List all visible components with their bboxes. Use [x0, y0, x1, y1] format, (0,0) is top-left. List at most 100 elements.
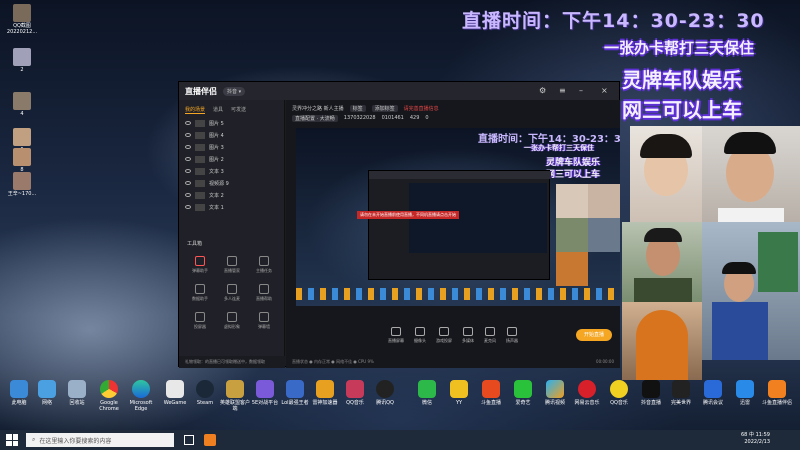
tab-props[interactable]: 道具: [213, 106, 223, 114]
tab-sendable[interactable]: 可发送: [231, 106, 246, 114]
minimize-icon[interactable]: –: [579, 86, 583, 95]
taskbar-app-companion[interactable]: [204, 434, 216, 446]
tool-cast[interactable]: 投屏器: [185, 312, 215, 330]
nested-webcam: [556, 218, 588, 252]
tool-data[interactable]: 数据助手: [185, 284, 215, 302]
icon-lol-strongest[interactable]: Lol最强王者: [278, 380, 312, 406]
icon-leishen[interactable]: 雷神加速器: [308, 380, 342, 406]
icon-iqiyi[interactable]: 爱奇艺: [506, 380, 540, 406]
icon-edge[interactable]: Microsoft Edge: [124, 380, 158, 412]
icon-wechat[interactable]: 微信: [410, 380, 444, 406]
icon-netease-music[interactable]: 网易云音乐: [570, 380, 604, 406]
tool-danmu-wall[interactable]: 弹幕墙: [249, 312, 279, 330]
icon-lol-client[interactable]: 英雄联盟客户端: [218, 380, 252, 412]
eye-icon[interactable]: [185, 133, 191, 137]
layer-item[interactable]: 文本 3: [179, 165, 284, 177]
yy-icon: [450, 380, 468, 398]
layer-thumb: [195, 155, 205, 163]
warning-text[interactable]: 请完善直播信息: [404, 105, 439, 112]
live-time-overlay: 直播时间：下午14：30-23：30: [462, 10, 765, 32]
start-live-button[interactable]: 开始直播: [576, 329, 612, 341]
overlay-line-4: 网三可以上车: [622, 98, 742, 122]
live-timer: 00:00:00: [596, 359, 614, 364]
layer-item[interactable]: 文本 1: [179, 201, 284, 213]
stream-preview[interactable]: 直播时间：下午14：30-23：30 一张办卡帮打三天保住 灵牌车队娱乐 网三可…: [296, 128, 620, 306]
task-view-icon[interactable]: [184, 435, 194, 445]
desktop-icon-2[interactable]: 2: [2, 48, 42, 73]
layer-item[interactable]: 图片 2: [179, 153, 284, 165]
camera-button[interactable]: 摄像头: [414, 326, 426, 344]
microphone-button[interactable]: 麦克风: [484, 326, 496, 344]
icon-recycle-bin[interactable]: 回收站: [60, 380, 94, 406]
layer-item[interactable]: 视频源 9: [179, 177, 284, 189]
menu-icon[interactable]: ≡: [559, 86, 566, 95]
eye-icon[interactable]: [185, 205, 191, 209]
windows-start-icon[interactable]: [6, 434, 18, 446]
icon-xunlei[interactable]: 迅雷: [728, 380, 762, 406]
tool-manager[interactable]: 直播管家: [217, 256, 247, 274]
icon-network[interactable]: 网络: [30, 380, 64, 406]
add-tag-button[interactable]: 添加标签: [371, 104, 398, 112]
live-companion-window[interactable]: 直播伴侣 抖音 ▾ ⚙ ≡ – × 我的场景 道具 可发送 图片 5 图片 4 …: [178, 81, 620, 368]
icon-tencent-qq[interactable]: 腾讯QQ: [368, 380, 402, 406]
icon-chrome[interactable]: Google Chrome: [92, 380, 126, 412]
eye-icon[interactable]: [185, 121, 191, 125]
icon-tencent-video[interactable]: 腾讯视频: [538, 380, 572, 406]
ime-indicator[interactable]: 中: [749, 432, 754, 438]
media-button[interactable]: 多媒体: [462, 326, 474, 344]
icon-qq-music-b[interactable]: QQ音乐: [602, 380, 636, 406]
eye-icon[interactable]: [185, 193, 191, 197]
nested-webcam: [556, 184, 588, 218]
icon-perfect-world[interactable]: 完美世界: [664, 380, 698, 406]
eye-icon[interactable]: [185, 157, 191, 161]
desktop-icon-8[interactable]: 8: [2, 148, 42, 173]
layer-thumb: [195, 131, 205, 139]
icon-yy[interactable]: YY: [442, 380, 476, 406]
eye-icon[interactable]: [185, 169, 191, 173]
network-icon: [38, 380, 56, 398]
status-bar: 直播状态 ● 内存正常 ● 网络不佳 ● CPU 9% 00:00:00: [286, 356, 620, 368]
platform-selector[interactable]: 抖音 ▾: [223, 86, 246, 96]
desktop-icon-qq-screenshot[interactable]: QQ截图20220212...: [2, 4, 42, 35]
webcam-1: [630, 126, 702, 222]
tool-multi-mic[interactable]: 多人连麦: [217, 284, 247, 302]
icon-qq-music-a[interactable]: QQ音乐: [338, 380, 372, 406]
settings-icon[interactable]: ⚙: [539, 86, 546, 95]
layer-item[interactable]: 图片 3: [179, 141, 284, 153]
stream-config-button[interactable]: 直播配置 · 大流畅: [292, 114, 338, 122]
icon-douyu[interactable]: 斗鱼直播: [474, 380, 508, 406]
tool-help[interactable]: 直播帮助: [249, 284, 279, 302]
game-cast-button[interactable]: 游戏投屏: [436, 326, 452, 344]
tool-avatar[interactable]: 虚拟形象: [217, 312, 247, 330]
tag-chip[interactable]: 标签: [349, 104, 366, 112]
desktop-icon-4[interactable]: 4: [2, 92, 42, 117]
tool-tasks[interactable]: 主播任务: [249, 256, 279, 274]
close-icon[interactable]: ×: [601, 86, 608, 95]
tab-my-scene[interactable]: 我的场景: [185, 106, 206, 114]
system-tray[interactable]: 68 中 11:59 2022/2/13: [741, 432, 770, 446]
steam-icon: [196, 380, 214, 398]
icon-tencent-meeting[interactable]: 腾讯会议: [696, 380, 730, 406]
icon-steam[interactable]: Steam: [188, 380, 222, 406]
screen-capture-button[interactable]: 直播屏幕: [388, 326, 404, 344]
nested-webcam: [588, 218, 620, 252]
layer-item[interactable]: 文本 2: [179, 189, 284, 201]
layer-item[interactable]: 图片 4: [179, 129, 284, 141]
icon-douyu-companion[interactable]: 斗鱼直播伴侣: [760, 380, 794, 406]
speaker-button[interactable]: 扬声器: [506, 326, 518, 344]
app-titlebar[interactable]: 直播伴侣 抖音 ▾ ⚙ ≡ – ×: [179, 82, 619, 100]
netease-music-icon: [578, 380, 596, 398]
icon-douyin-live[interactable]: 抖音直播: [634, 380, 668, 406]
icon-5e[interactable]: 5E对战平台: [248, 380, 282, 406]
layer-item[interactable]: 图片 5: [179, 117, 284, 129]
eye-icon[interactable]: [185, 145, 191, 149]
desktop-icon-wangxin[interactable]: 王辛~170...: [2, 172, 42, 197]
icon-wegame[interactable]: WeGame: [158, 380, 192, 406]
eye-icon[interactable]: [185, 181, 191, 185]
webcam-5: [622, 302, 702, 380]
tool-danmu-assistant[interactable]: 弹幕助手: [185, 256, 215, 274]
clock-date: 2022/2/13: [744, 439, 770, 445]
taskbar-search-input[interactable]: ⌕ 在这里输入你要搜索的内容: [26, 433, 174, 447]
help-icon: [259, 284, 269, 294]
layer-thumb: [195, 143, 205, 151]
